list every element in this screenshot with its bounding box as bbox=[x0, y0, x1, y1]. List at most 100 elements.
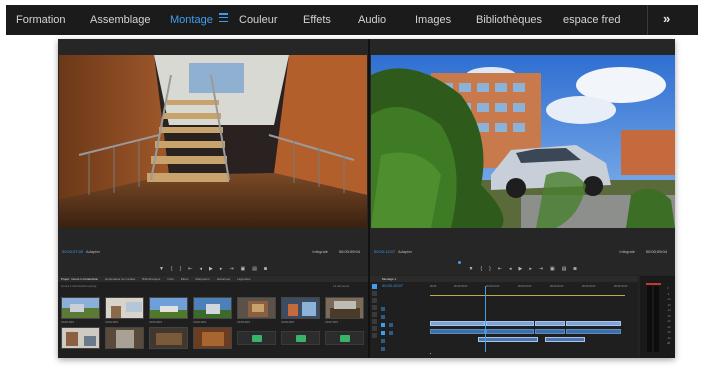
tab-project[interactable]: Projet : Cours 1 introduction bbox=[61, 277, 98, 281]
mark-out-bracket-icon[interactable]: } bbox=[180, 266, 182, 274]
track-header-v1[interactable] bbox=[381, 322, 429, 328]
workspace-assemblage[interactable]: Assemblage bbox=[90, 14, 151, 26]
source-timecode[interactable]: 00:00:07:00 bbox=[62, 249, 83, 254]
time-ruler[interactable]: 00:00 00:00:05:00 00:00:10:00 00:00:15:0… bbox=[430, 285, 630, 290]
track-header-a1[interactable] bbox=[381, 330, 429, 336]
ripple-tool-icon[interactable] bbox=[372, 298, 377, 303]
work-area-bar[interactable] bbox=[430, 295, 625, 296]
workspace-bibliotheques[interactable]: Bibliothèques bbox=[476, 14, 542, 26]
overwrite-icon[interactable]: ▤ bbox=[252, 266, 257, 274]
program-fit-select[interactable]: Adapter bbox=[398, 249, 412, 254]
step-forward-icon[interactable]: ▸ bbox=[220, 266, 223, 274]
tab-captions[interactable]: Légendes bbox=[237, 277, 250, 281]
go-to-out-icon[interactable]: ⇥ bbox=[229, 266, 233, 274]
go-to-out-icon[interactable]: ⇥ bbox=[539, 266, 543, 274]
mark-in-bracket-icon[interactable]: { bbox=[171, 266, 173, 274]
workspace-images[interactable]: Images bbox=[415, 14, 451, 26]
workspace-menu-icon[interactable] bbox=[219, 13, 228, 23]
step-back-icon[interactable]: ◂ bbox=[509, 266, 512, 274]
media-thumbnail[interactable] bbox=[193, 297, 232, 319]
workspace-montage[interactable]: Montage bbox=[170, 14, 213, 26]
track-header-a3[interactable] bbox=[381, 346, 429, 352]
track-select-tool-icon[interactable] bbox=[372, 291, 377, 296]
meter-scale-label: -12 bbox=[667, 298, 671, 301]
media-thumbnail[interactable] bbox=[105, 297, 144, 319]
source-fit-select[interactable]: Adapter bbox=[86, 249, 100, 254]
media-thumbnail[interactable] bbox=[61, 327, 100, 349]
go-to-in-icon[interactable]: ⇤ bbox=[188, 266, 192, 274]
insert-icon[interactable]: ▣ bbox=[241, 266, 246, 274]
thumbnail-caption: C0001.MP4 bbox=[61, 321, 75, 324]
tab-sequence[interactable]: Montage 1 bbox=[382, 277, 396, 281]
media-thumbnail[interactable] bbox=[281, 297, 320, 319]
workspace-audio[interactable]: Audio bbox=[358, 14, 386, 26]
tab-history[interactable]: Historique bbox=[217, 277, 231, 281]
media-thumbnail[interactable] bbox=[149, 327, 188, 349]
step-forward-icon[interactable]: ▸ bbox=[529, 266, 532, 274]
audio-clip[interactable] bbox=[566, 329, 621, 334]
media-thumbnail[interactable] bbox=[193, 327, 232, 349]
slip-tool-icon[interactable] bbox=[372, 312, 377, 317]
meter-scale-label: dB bbox=[667, 342, 671, 345]
pen-tool-icon[interactable] bbox=[372, 319, 377, 324]
media-thumbnail[interactable] bbox=[105, 327, 144, 349]
program-timecode[interactable]: 00:00:13:07 bbox=[374, 249, 395, 254]
razor-tool-icon[interactable] bbox=[372, 305, 377, 310]
tab-info[interactable]: Infos bbox=[167, 277, 174, 281]
source-video-frame[interactable] bbox=[59, 55, 367, 228]
more-workspaces-button[interactable]: » bbox=[663, 11, 670, 26]
timeline-playhead[interactable] bbox=[485, 286, 486, 352]
mark-in-icon[interactable]: ▼ bbox=[468, 266, 473, 274]
timeline-timecode[interactable]: 00:00:15:07 bbox=[382, 283, 403, 288]
audio-clip[interactable] bbox=[535, 329, 565, 334]
audio-thumbnail[interactable] bbox=[325, 331, 364, 345]
program-playhead-marker[interactable] bbox=[458, 261, 461, 264]
workspace-effets[interactable]: Effets bbox=[303, 14, 331, 26]
video-clip[interactable] bbox=[566, 321, 621, 326]
play-icon[interactable]: ▶ bbox=[209, 266, 213, 274]
tab-markers[interactable]: Marqueurs bbox=[195, 277, 209, 281]
source-resolution-select[interactable]: Intégrale bbox=[312, 249, 328, 254]
track-header-v2[interactable] bbox=[381, 314, 429, 320]
audio-thumbnail[interactable] bbox=[281, 331, 320, 345]
mark-in-icon[interactable]: ▼ bbox=[159, 266, 164, 274]
tab-media-browser[interactable]: Explorateur de médias bbox=[105, 277, 135, 281]
audio-clip[interactable] bbox=[430, 329, 485, 334]
media-thumbnail[interactable] bbox=[61, 297, 100, 319]
camera-icon[interactable]: ◙ bbox=[264, 266, 267, 274]
media-thumbnail[interactable] bbox=[237, 297, 276, 319]
mark-out-bracket-icon[interactable]: } bbox=[489, 266, 491, 274]
tab-libraries[interactable]: Bibliothèques bbox=[142, 277, 160, 281]
track-header-v3[interactable] bbox=[381, 306, 429, 312]
text-tool-icon[interactable] bbox=[372, 333, 377, 338]
play-icon[interactable]: ▶ bbox=[518, 266, 522, 274]
audio-clip[interactable] bbox=[478, 337, 538, 342]
extract-icon[interactable]: ▤ bbox=[562, 266, 567, 274]
staircase-image bbox=[59, 55, 367, 228]
source-transport: ▼ { } ⇤ ◂ ▶ ▸ ⇥ ▣ ▤ ◙ bbox=[58, 266, 368, 274]
program-monitor: 00:00:13:07 Adapter Intégrale 00:00:09:0… bbox=[370, 39, 675, 275]
media-thumbnail[interactable] bbox=[149, 297, 188, 319]
program-video-frame[interactable] bbox=[371, 55, 675, 228]
mark-in-bracket-icon[interactable]: { bbox=[480, 266, 482, 274]
lift-icon[interactable]: ▣ bbox=[550, 266, 555, 274]
audio-thumbnail[interactable] bbox=[237, 331, 276, 345]
media-thumbnail[interactable] bbox=[325, 297, 364, 319]
go-to-in-icon[interactable]: ⇤ bbox=[498, 266, 502, 274]
workspace-espace-fred[interactable]: espace fred bbox=[563, 14, 620, 26]
video-clip[interactable] bbox=[486, 321, 534, 326]
audio-clip[interactable] bbox=[486, 329, 534, 334]
program-resolution-select[interactable]: Intégrale bbox=[619, 249, 635, 254]
workspace-couleur[interactable]: Couleur bbox=[239, 14, 278, 26]
workspace-formation[interactable]: Formation bbox=[16, 14, 66, 26]
video-clip[interactable] bbox=[535, 321, 565, 326]
audio-clip[interactable] bbox=[545, 337, 585, 342]
camera-icon[interactable]: ◙ bbox=[574, 266, 577, 274]
step-back-icon[interactable]: ◂ bbox=[199, 266, 202, 274]
selection-tool-icon[interactable] bbox=[372, 284, 377, 289]
video-clip[interactable] bbox=[430, 321, 485, 326]
tab-effects[interactable]: Effets bbox=[181, 277, 189, 281]
hand-tool-icon[interactable] bbox=[372, 326, 377, 331]
ruler-tick-label: 00:00:30:00 bbox=[614, 285, 628, 288]
track-header-a2[interactable] bbox=[381, 338, 429, 344]
